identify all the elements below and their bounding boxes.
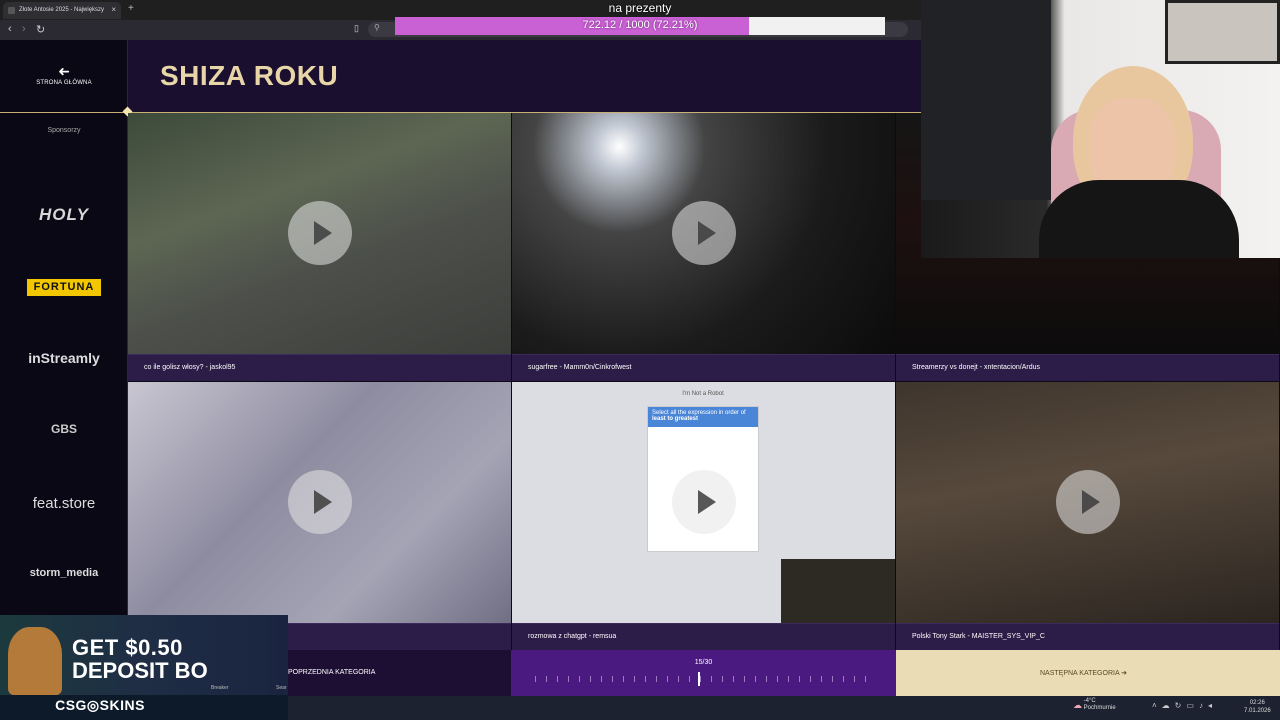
video-thumbnail bbox=[128, 113, 511, 354]
sponsors-heading: Sponsorzy bbox=[47, 127, 81, 134]
weather-widget[interactable]: ☁ -4°C Pochmurnie bbox=[1073, 698, 1116, 712]
current-category-marker bbox=[698, 672, 701, 686]
captcha-sort: least to greatest bbox=[652, 416, 699, 422]
site-info-icon[interactable]: ⚲ bbox=[374, 23, 380, 32]
play-icon[interactable] bbox=[671, 470, 736, 534]
windows-taskbar bbox=[288, 696, 1280, 720]
sponsor-logo-stormmedia[interactable]: storm_media bbox=[0, 567, 128, 579]
tab-title: Złote Antosie 2025 - Największy bbox=[19, 7, 105, 13]
chevron-up-icon[interactable]: ˄ bbox=[1152, 701, 1162, 710]
video-card[interactable]: I'm Not a Robot Select all the expressio… bbox=[512, 382, 895, 650]
mic-icon[interactable]: ♪ bbox=[1199, 701, 1208, 710]
video-thumbnail bbox=[896, 382, 1279, 623]
video-caption: co ile golisz włosy? - jaskol95 bbox=[128, 354, 511, 381]
browser-tab[interactable]: Złote Antosie 2025 - Największy × bbox=[3, 2, 121, 19]
sponsor-logo-fortuna[interactable]: FORTUNA bbox=[27, 279, 101, 296]
donation-goal-text: 722.12 / 1000 (72.21%) bbox=[582, 19, 698, 31]
home-link-label: STRONA GŁÓWNA bbox=[36, 80, 92, 86]
captcha-title: I'm Not a Robot bbox=[682, 391, 724, 397]
video-caption: Streamerzy vs donejt - xntentacion/Ardus bbox=[896, 354, 1279, 381]
video-card[interactable]: co ile golisz włosy? - jaskol95 bbox=[128, 113, 511, 381]
weather-condition: Pochmurnie bbox=[1083, 705, 1116, 711]
weather-temp: -4°C bbox=[1083, 698, 1096, 704]
video-thumbnail bbox=[512, 113, 895, 354]
webcam-wall-picture bbox=[1165, 0, 1280, 64]
favicon-icon bbox=[8, 7, 15, 14]
sponsor-logo-holy[interactable]: HOLY bbox=[0, 205, 128, 225]
page-title: SHIZA ROKU bbox=[160, 60, 339, 91]
ad-banner: GET $0.50 DEPOSIT BO Breaker Sear bbox=[0, 615, 288, 695]
sponsor-logo-instreamly[interactable]: inStreamly bbox=[0, 350, 128, 366]
sponsor-logo-gbs[interactable]: GBS bbox=[0, 422, 128, 436]
ad-item-label: Breaker bbox=[211, 685, 229, 691]
next-category-button[interactable]: NASTĘPNA KATEGORIA ➜ bbox=[896, 650, 1280, 696]
donation-goal-bar: 722.12 / 1000 (72.21%) bbox=[395, 17, 885, 35]
donation-goal-title: na prezenty bbox=[608, 1, 672, 15]
next-category-label: NASTĘPNA KATEGORIA ➜ bbox=[1040, 670, 1128, 677]
network-icon[interactable]: ▭ bbox=[1186, 701, 1199, 710]
video-thumbnail bbox=[128, 382, 511, 623]
category-ticks[interactable] bbox=[535, 676, 873, 682]
webcam-body bbox=[1039, 180, 1239, 258]
play-icon[interactable] bbox=[287, 201, 352, 265]
close-tab-icon[interactable]: × bbox=[111, 5, 116, 14]
sidebar: ➜ STRONA GŁÓWNA Sponsorzy HOLY FORTUNA i… bbox=[0, 40, 128, 696]
clock-date: 7.01.2026 bbox=[1244, 708, 1271, 714]
sponsor-ad-overlay[interactable]: GET $0.50 DEPOSIT BO Breaker Sear CSG◎SK… bbox=[0, 615, 288, 720]
bookmark-icon[interactable]: ▯ bbox=[354, 23, 359, 34]
category-header: SHIZA ROKU bbox=[128, 40, 921, 113]
play-icon[interactable] bbox=[287, 470, 352, 534]
category-counter: 15/30 bbox=[694, 659, 713, 666]
video-card[interactable]: Polski Tony Stark - MAISTER_SYS_VIP_C bbox=[896, 382, 1279, 650]
system-tray[interactable]: ˄☁↻▭♪◂ bbox=[1152, 701, 1217, 710]
speaker-icon[interactable]: ◂ bbox=[1208, 701, 1217, 710]
forward-icon[interactable]: › bbox=[22, 23, 26, 35]
cloud-icon[interactable]: ☁ bbox=[1162, 701, 1175, 710]
weather-icon: ☁ bbox=[1073, 699, 1082, 710]
ad-character bbox=[8, 627, 62, 695]
back-arrow-icon: ➜ bbox=[58, 63, 70, 79]
sync-icon[interactable]: ↻ bbox=[1175, 701, 1187, 710]
video-caption: Polski Tony Stark - MAISTER_SYS_VIP_C bbox=[896, 623, 1279, 650]
video-caption: rozmowa z chatgpt - remsua bbox=[512, 623, 895, 650]
webcam-tv bbox=[921, 0, 1051, 200]
ad-item-label: Sear bbox=[276, 685, 287, 691]
play-icon[interactable] bbox=[671, 201, 736, 265]
streamer-cam-thumbnail bbox=[781, 559, 895, 623]
clock-time: 02:26 bbox=[1249, 700, 1265, 706]
category-progress: 15/30 bbox=[511, 650, 896, 696]
streamer-webcam bbox=[921, 0, 1280, 258]
sidebar-divider bbox=[0, 112, 128, 113]
ad-brand: CSG◎SKINS bbox=[55, 697, 145, 713]
new-tab-button[interactable]: + bbox=[128, 3, 134, 14]
ad-subheadline: DEPOSIT BO bbox=[72, 658, 208, 683]
home-link[interactable]: ➜ STRONA GŁÓWNA bbox=[0, 63, 128, 86]
video-thumbnail: I'm Not a Robot Select all the expressio… bbox=[512, 382, 895, 623]
previous-category-label: POPRZEDNIA KATEGORIA bbox=[288, 669, 376, 676]
video-card[interactable] bbox=[128, 382, 511, 650]
video-caption: sugarfree - Mamm0n/Cinkrofwest bbox=[512, 354, 895, 381]
video-card[interactable]: sugarfree - Mamm0n/Cinkrofwest bbox=[512, 113, 895, 381]
reload-icon[interactable]: ↻ bbox=[36, 23, 45, 36]
play-icon[interactable] bbox=[1055, 470, 1120, 534]
taskbar-clock[interactable]: 02:26 7.01.2026 bbox=[1244, 699, 1271, 715]
sponsor-logo-featstore[interactable]: feat.store bbox=[0, 495, 128, 512]
back-icon[interactable]: ‹ bbox=[8, 23, 12, 35]
captcha-header: Select all the expression in order of le… bbox=[648, 407, 758, 427]
